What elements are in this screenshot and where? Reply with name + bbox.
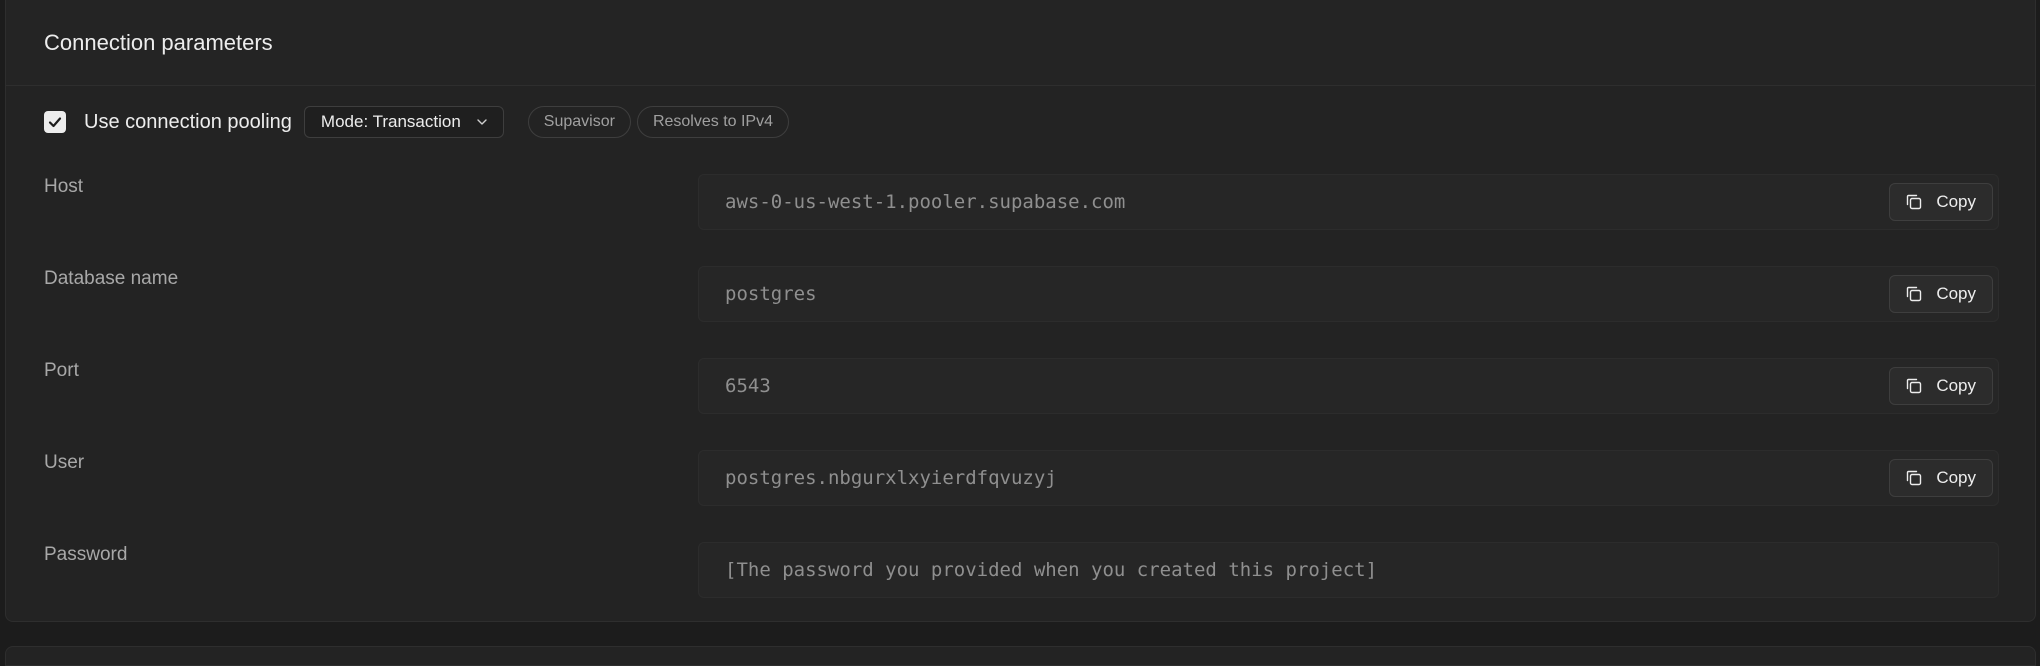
field-row-port: Port 6543 Copy (6, 358, 2035, 414)
use-connection-pooling-checkbox[interactable] (44, 111, 66, 133)
copy-icon (1907, 470, 1922, 486)
field-value-port-box: 6543 Copy (698, 358, 1999, 414)
field-label-user: User (44, 452, 85, 473)
field-value-user-box: postgres.nbgurxlxyierdfqvuzyj Copy (698, 450, 1999, 506)
field-value-port[interactable]: 6543 (699, 375, 1998, 397)
field-label-database-name: Database name (44, 268, 179, 289)
ipv4-badge: Resolves to IPv4 (636, 106, 789, 138)
check-icon (48, 117, 62, 128)
copy-button-label: Copy (1936, 376, 1976, 395)
field-value-database-name-box: postgres Copy (698, 266, 1999, 322)
copy-port-button[interactable]: Copy (1889, 367, 1993, 405)
field-row-user: User postgres.nbgurxlxyierdfqvuzyj Copy (6, 450, 2035, 506)
field-row-database-name: Database name postgres Copy (6, 266, 2035, 322)
next-panel-edge (5, 646, 2036, 666)
connection-parameters-panel: Connection parameters Use connection poo… (5, 0, 2036, 622)
copy-button-label: Copy (1936, 284, 1976, 303)
supavisor-badge: Supavisor (527, 106, 631, 138)
panel-header: Connection parameters (6, 0, 2035, 86)
field-value-user[interactable]: postgres.nbgurxlxyierdfqvuzyj (699, 467, 1998, 489)
use-connection-pooling-label[interactable]: Use connection pooling (84, 111, 292, 134)
mode-select-value: Mode: Transaction (320, 112, 461, 131)
field-value-password-box: [The password you provided when you crea… (698, 542, 1999, 598)
copy-icon (1907, 194, 1922, 210)
field-label-password: Password (44, 544, 128, 565)
copy-button-label: Copy (1936, 192, 1976, 211)
panel-title: Connection parameters (44, 29, 273, 55)
field-label-port: Port (44, 360, 79, 381)
field-label-host: Host (44, 176, 84, 197)
copy-database-name-button[interactable]: Copy (1889, 275, 1993, 313)
copy-button-label: Copy (1936, 468, 1976, 487)
field-row-password: Password [The password you provided when… (6, 542, 2035, 598)
copy-user-button[interactable]: Copy (1889, 459, 1993, 497)
field-row-host: Host aws-0-us-west-1.pooler.supabase.com… (6, 174, 2035, 230)
field-value-password[interactable]: [The password you provided when you crea… (699, 559, 1998, 581)
copy-icon (1907, 286, 1922, 302)
copy-icon (1907, 378, 1922, 394)
pooling-toolbar: Use connection pooling Mode: Transaction… (44, 106, 795, 138)
copy-host-button[interactable]: Copy (1889, 183, 1993, 221)
mode-select[interactable]: Mode: Transaction (303, 106, 504, 138)
field-value-host-box: aws-0-us-west-1.pooler.supabase.com Copy (698, 174, 1999, 230)
field-value-database-name[interactable]: postgres (699, 283, 1998, 305)
chevron-down-icon (477, 119, 487, 125)
field-value-host[interactable]: aws-0-us-west-1.pooler.supabase.com (699, 191, 1998, 213)
